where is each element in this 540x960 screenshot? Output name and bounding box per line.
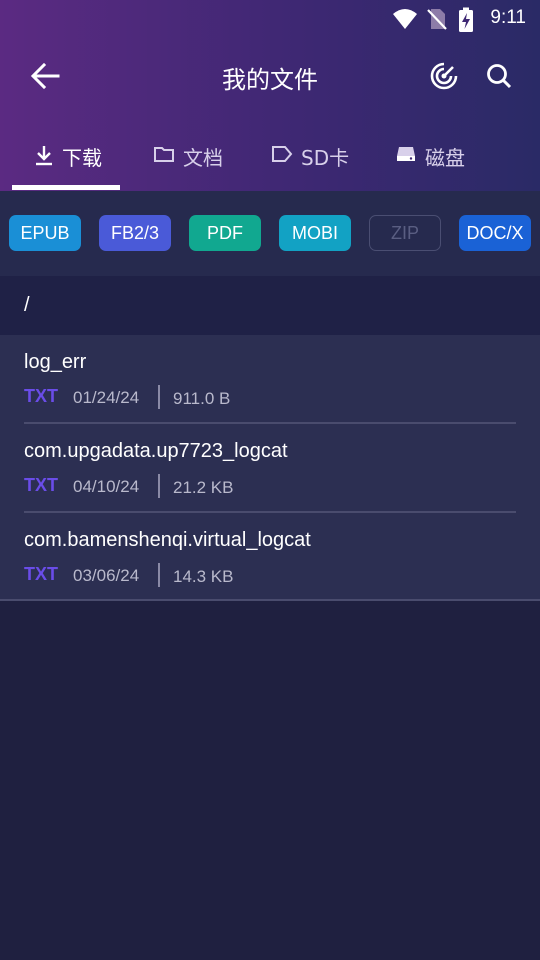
file-name: log_err: [24, 351, 87, 373]
file-size: 14.3 KB: [173, 567, 234, 586]
sd-card-icon: [271, 144, 293, 169]
tab-label: SD卡: [301, 146, 350, 170]
active-tab-indicator: [12, 185, 120, 190]
toolbar: 我的文件: [0, 40, 540, 116]
filter-chip-epub[interactable]: EPUB: [9, 215, 81, 251]
tab-bar: 下载 文档 SD卡 磁盘: [0, 130, 540, 191]
list-item[interactable]: com.upgadata.up7723_logcat TXT 04/10/24 …: [0, 424, 540, 513]
file-name: com.upgadata.up7723_logcat: [24, 440, 288, 462]
tab-label: 下载: [62, 146, 102, 170]
list-item[interactable]: log_err TXT 01/24/24 911.0 B: [0, 335, 540, 424]
filter-chip-pdf[interactable]: PDF: [189, 215, 261, 251]
disk-icon: [395, 144, 417, 169]
meta-divider: [158, 474, 160, 498]
tab-sd-card[interactable]: SD卡: [271, 130, 349, 191]
file-list: log_err TXT 01/24/24 911.0 B com.upgadat…: [0, 335, 540, 601]
file-type-badge: TXT: [24, 475, 58, 495]
wifi-icon: [392, 7, 417, 31]
download-icon: [34, 144, 54, 171]
file-size: 21.2 KB: [173, 478, 234, 497]
status-bar: 9:11: [0, 0, 540, 38]
search-button[interactable]: [476, 55, 522, 101]
file-name: com.bamenshenqi.virtual_logcat: [24, 529, 311, 551]
meta-divider: [158, 385, 160, 409]
filter-chip-zip[interactable]: ZIP: [369, 215, 441, 251]
battery-charging-icon: [456, 7, 480, 32]
arrow-left-icon: [30, 62, 60, 93]
filter-chip-fb2[interactable]: FB2/3: [99, 215, 171, 251]
tab-label: 文档: [183, 146, 223, 170]
file-date: 04/10/24: [73, 477, 140, 496]
tab-downloads[interactable]: 下载: [34, 130, 102, 191]
radar-icon: [429, 61, 459, 95]
search-icon: [485, 62, 513, 94]
back-button[interactable]: [22, 55, 68, 101]
file-type-badge: TXT: [24, 564, 58, 584]
app-header: 9:11 我的文件 下载 文档 SD卡 磁盘: [0, 0, 540, 191]
tab-label: 磁盘: [425, 146, 465, 170]
format-filter-bar: EPUB FB2/3 PDF MOBI ZIP DOC/X: [0, 191, 540, 276]
filter-chip-docx[interactable]: DOC/X: [459, 215, 531, 251]
file-type-badge: TXT: [24, 386, 58, 406]
list-item[interactable]: com.bamenshenqi.virtual_logcat TXT 03/06…: [0, 513, 540, 602]
file-size: 911.0 B: [173, 389, 231, 408]
current-path: /: [24, 294, 30, 316]
file-date: 03/06/24: [73, 566, 140, 585]
file-date: 01/24/24: [73, 388, 140, 407]
status-time: 9:11: [490, 7, 526, 28]
no-sim-icon: [426, 7, 450, 31]
filter-chip-mobi[interactable]: MOBI: [279, 215, 351, 251]
path-breadcrumb: /: [0, 276, 540, 335]
radar-button[interactable]: [421, 55, 467, 101]
folder-icon: [153, 144, 175, 169]
tab-documents[interactable]: 文档: [153, 130, 223, 191]
meta-divider: [158, 563, 160, 587]
tab-disk[interactable]: 磁盘: [395, 130, 465, 191]
